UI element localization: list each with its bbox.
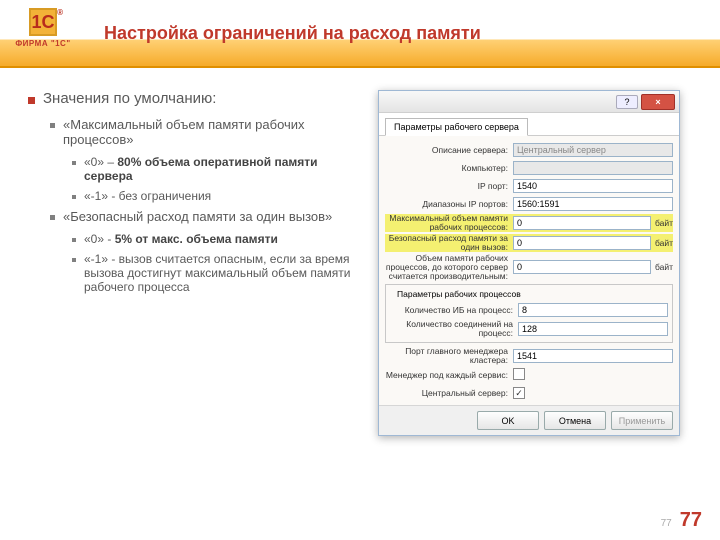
range-label: Диапазоны IP портов: bbox=[385, 200, 513, 209]
page-footer: 77 77 bbox=[661, 509, 702, 532]
dialog-buttons: OK Отмена Применить bbox=[379, 405, 679, 435]
tab-params[interactable]: Параметры рабочего сервера bbox=[385, 118, 528, 136]
perf-label: Объем памяти рабочих процессов, до котор… bbox=[385, 254, 513, 281]
sub-bullet-1: «Максимальный объем памяти рабочих проце… bbox=[50, 117, 368, 147]
process-params-group: Параметры рабочих процессов Количество И… bbox=[385, 284, 673, 343]
unit-label: байт bbox=[655, 262, 673, 272]
maxmem-label: Максимальный объем памяти рабочих процес… bbox=[385, 214, 513, 232]
ipport-label: IP порт: bbox=[385, 182, 513, 191]
slide-title: Настройка ограничений на расход памяти bbox=[104, 23, 481, 44]
range-field[interactable] bbox=[513, 197, 673, 211]
bullet-square-icon bbox=[72, 258, 76, 262]
ibcount-field[interactable] bbox=[518, 303, 668, 317]
unit-label: байт bbox=[655, 238, 673, 248]
bullet-square-icon bbox=[28, 97, 35, 104]
mgr-service-label: Менеджер под каждый сервис: bbox=[385, 371, 513, 380]
cancel-button[interactable]: Отмена bbox=[544, 411, 606, 430]
unit-label: байт bbox=[655, 218, 673, 228]
computer-label: Компьютер: bbox=[385, 164, 513, 173]
central-server-label: Центральный сервер: bbox=[385, 389, 513, 398]
maxmem-field[interactable] bbox=[513, 216, 651, 230]
page-number-small: 77 bbox=[661, 518, 672, 529]
help-button[interactable]: ? bbox=[616, 95, 638, 109]
group-title: Параметры рабочих процессов bbox=[394, 289, 524, 299]
bullet-square-icon bbox=[72, 161, 76, 165]
logo-icon: 1С® bbox=[29, 8, 57, 36]
mgr-service-checkbox[interactable] bbox=[513, 368, 525, 380]
page-number-big: 77 bbox=[680, 509, 702, 532]
sub-bullet-2: «Безопасный расход памяти за один вызов» bbox=[50, 209, 368, 224]
sub2-bullet-2b: «-1» - вызов считается опасным, если за … bbox=[72, 252, 368, 294]
cluster-port-label: Порт главного менеджера кластера: bbox=[385, 347, 513, 365]
computer-field bbox=[513, 161, 673, 175]
cluster-port-field[interactable] bbox=[513, 349, 673, 363]
bullet-square-icon bbox=[50, 123, 55, 128]
close-button[interactable]: × bbox=[641, 94, 675, 110]
bullet-square-icon bbox=[50, 215, 55, 220]
text-content: Значения по умолчанию: «Максимальный объ… bbox=[28, 90, 368, 436]
logo-1c: 1С® ФИРМА "1С" bbox=[12, 8, 74, 58]
conn-label: Количество соединений на процесс: bbox=[390, 320, 518, 338]
safemem-field[interactable] bbox=[513, 236, 651, 250]
desc-field bbox=[513, 143, 673, 157]
dialog-window: ? × Параметры рабочего сервера Описание … bbox=[378, 90, 680, 436]
bullet-square-icon bbox=[72, 195, 76, 199]
tab-row: Параметры рабочего сервера bbox=[379, 113, 679, 136]
apply-button[interactable]: Применить bbox=[611, 411, 673, 430]
window-titlebar: ? × bbox=[379, 91, 679, 113]
sub2-bullet-1a: «0» – 80% объема оперативной памяти серв… bbox=[72, 155, 368, 183]
conn-field[interactable] bbox=[518, 322, 668, 336]
sub2-bullet-2a: «0» - 5% от макс. объема памяти bbox=[72, 232, 368, 246]
slide-header: 1С® ФИРМА "1С" Настройка ограничений на … bbox=[0, 0, 720, 68]
central-server-checkbox[interactable]: ✓ bbox=[513, 387, 525, 399]
desc-label: Описание сервера: bbox=[385, 146, 513, 155]
bullet-square-icon bbox=[72, 238, 76, 242]
sub2-bullet-1b: «-1» - без ограничения bbox=[72, 189, 368, 203]
safemem-label: Безопасный расход памяти за один вызов: bbox=[385, 234, 513, 252]
logo-subtext: ФИРМА "1С" bbox=[15, 39, 70, 48]
ibcount-label: Количество ИБ на процесс: bbox=[390, 306, 518, 315]
ok-button[interactable]: OK bbox=[477, 411, 539, 430]
perf-field[interactable] bbox=[513, 260, 651, 274]
bullet-main: Значения по умолчанию: bbox=[28, 90, 368, 107]
ipport-field[interactable] bbox=[513, 179, 673, 193]
